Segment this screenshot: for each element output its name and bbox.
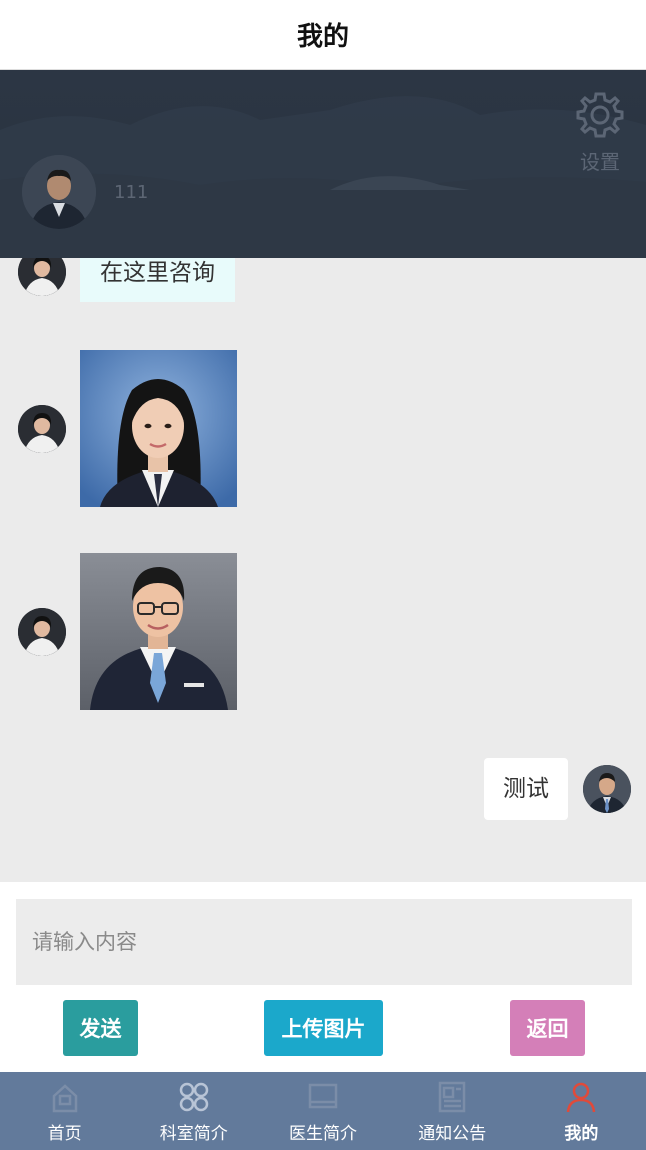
- message-input[interactable]: [16, 899, 632, 985]
- settings-label: 设置: [580, 150, 620, 174]
- tab-mine[interactable]: 我的: [517, 1072, 646, 1150]
- back-button[interactable]: 返回: [510, 1000, 585, 1056]
- doctor-icon: [305, 1079, 341, 1115]
- my-avatar: [583, 765, 631, 813]
- upload-image-button[interactable]: 上传图片: [264, 1000, 383, 1056]
- user-icon: [563, 1079, 599, 1115]
- message-text-bubble: 在这里咨询: [80, 258, 235, 302]
- tab-home[interactable]: 首页: [0, 1072, 129, 1150]
- mine-page: 我的 111 设置 在这里咨询 测试 请输入内容 发送 上传图片 返回 首页 科…: [0, 0, 646, 1150]
- message-text: 在这里咨询: [100, 260, 215, 286]
- profile-name: 111: [114, 182, 149, 203]
- title-bar: 我的: [0, 0, 646, 70]
- tab-department[interactable]: 科室简介: [129, 1072, 258, 1150]
- composer: 发送 上传图片 返回: [0, 882, 646, 1072]
- home-icon: [47, 1079, 83, 1115]
- tab-label: 首页: [47, 1124, 82, 1144]
- tab-doctor[interactable]: 医生简介: [258, 1072, 387, 1150]
- my-message-bubble: 测试: [484, 758, 568, 820]
- doctor-avatar: [18, 608, 66, 656]
- profile-avatar[interactable]: [22, 155, 96, 229]
- page-title: 我的: [296, 22, 349, 52]
- gear-icon: [576, 92, 624, 138]
- tab-label: 科室简介: [159, 1124, 228, 1144]
- tab-label: 我的: [564, 1124, 599, 1144]
- bottom-tab-bar: 首页 科室简介 医生简介 通知公告 我的: [0, 1072, 646, 1150]
- doctor-avatar: [18, 405, 66, 453]
- message-text: 测试: [503, 776, 549, 802]
- chat-area[interactable]: 在这里咨询 测试: [0, 258, 646, 882]
- landscape-background: [0, 96, 646, 258]
- tab-label: 通知公告: [418, 1124, 487, 1144]
- tab-label: 医生简介: [289, 1124, 357, 1144]
- doctor-avatar: [18, 258, 66, 296]
- profile-banner: 111 设置: [0, 70, 646, 258]
- message-image-portrait-man[interactable]: [80, 553, 237, 710]
- message-image-portrait-woman[interactable]: [80, 350, 237, 507]
- send-button[interactable]: 发送: [63, 1000, 138, 1056]
- tab-notice[interactable]: 通知公告: [388, 1072, 517, 1150]
- settings-button[interactable]: 设置: [572, 90, 628, 175]
- grid-icon: [176, 1079, 212, 1115]
- notice-icon: [434, 1079, 470, 1115]
